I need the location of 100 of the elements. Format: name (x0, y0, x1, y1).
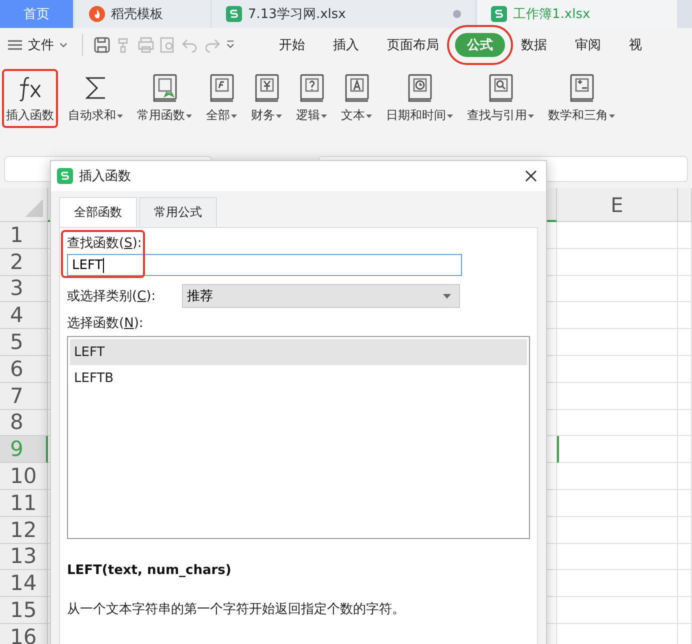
cell[interactable] (557, 463, 678, 490)
math-book-icon (568, 73, 596, 103)
cell[interactable] (557, 570, 678, 598)
ribbon-tab[interactable]: 开始 (267, 33, 317, 57)
currency-book-icon (252, 73, 280, 103)
row-header[interactable]: 10 (0, 463, 48, 490)
caret-icon (321, 112, 327, 118)
ribbon-button[interactable]: 自动求和 (64, 69, 127, 128)
cell[interactable] (678, 490, 692, 517)
function-signature: LEFT(text, num_chars) (67, 563, 232, 578)
save-icon[interactable] (93, 36, 111, 54)
row-header[interactable]: 6 (0, 356, 48, 383)
ribbon-button[interactable]: 日期和时间 (382, 69, 457, 128)
flame-icon (89, 6, 105, 22)
caret-icon (609, 112, 615, 118)
ribbon-button[interactable]: 插入函数 (2, 69, 58, 128)
ribbon-tab[interactable]: 数据 (509, 33, 559, 57)
cell[interactable] (557, 276, 678, 302)
dialog-title: 插入函数 (79, 168, 132, 185)
ribbon-tab[interactable]: 审阅 (563, 33, 613, 57)
cell[interactable] (557, 356, 678, 383)
ribbon-button[interactable]: 数学和三角 (544, 69, 619, 128)
cell[interactable] (678, 302, 692, 330)
cell[interactable] (678, 248, 692, 276)
ribbon-button[interactable]: 财务 (247, 69, 286, 128)
ribbon-button[interactable]: 全部 (202, 69, 241, 128)
cell[interactable] (678, 436, 692, 464)
search-field[interactable]: LEFT (67, 254, 462, 276)
search-label: 查找函数(S): (67, 235, 143, 252)
clock-book-icon (406, 73, 434, 103)
cell[interactable] (678, 544, 692, 570)
cell[interactable] (678, 329, 692, 356)
row-header[interactable]: 2 (0, 248, 48, 276)
star-book-icon (150, 73, 178, 103)
ribbon-button[interactable]: 常用函数 (133, 69, 196, 128)
ribbon-tab[interactable]: 视 (617, 33, 654, 57)
print-icon[interactable] (137, 36, 155, 54)
cell[interactable] (678, 516, 692, 544)
cell[interactable] (557, 329, 678, 356)
row-header[interactable]: 5 (0, 329, 48, 356)
row-header[interactable]: 14 (0, 570, 48, 598)
caret-icon (231, 112, 237, 118)
document-tab[interactable]: 7.13学习网.xlsx (212, 0, 475, 28)
cell[interactable] (557, 302, 678, 330)
cell[interactable] (678, 222, 692, 249)
spreadsheet-icon (491, 6, 507, 22)
row-header[interactable]: 12 (0, 516, 48, 544)
ribbon-tab[interactable]: 插入 (321, 33, 371, 57)
cell[interactable] (678, 463, 692, 490)
file-menu[interactable]: 文件 (28, 36, 54, 54)
row-header[interactable]: 13 (0, 544, 48, 570)
ribbon-button[interactable]: 逻辑 (292, 69, 331, 128)
cell[interactable] (678, 276, 692, 302)
cell[interactable] (678, 597, 692, 624)
function-item[interactable]: LEFT (70, 339, 527, 365)
dialog-tab[interactable]: 常用公式 (139, 197, 217, 227)
document-tab[interactable]: 稻壳模板 (75, 0, 210, 28)
category-label: 或选择类别(C): (67, 288, 156, 305)
row-header[interactable]: 8 (0, 410, 48, 436)
column-header[interactable]: E (557, 188, 678, 222)
row-header[interactable]: 15 (0, 597, 48, 624)
cell[interactable] (557, 248, 678, 276)
cell[interactable] (557, 222, 678, 249)
cell[interactable] (557, 410, 678, 436)
cell[interactable] (678, 356, 692, 383)
cell[interactable] (557, 544, 678, 570)
cell[interactable] (557, 382, 678, 410)
cell[interactable] (557, 490, 678, 517)
ribbon-button[interactable]: 文本 (337, 69, 376, 128)
dropdown-icon (443, 292, 451, 300)
column-header[interactable] (678, 188, 692, 222)
spreadsheet-icon (226, 6, 242, 22)
corner-triangle-icon (25, 199, 43, 217)
function-item[interactable]: LEFTB (70, 365, 527, 391)
function-list-label: 选择函数(N): (67, 315, 144, 332)
question-book-icon (298, 73, 326, 103)
ribbon-tab[interactable]: 页面布局 (375, 33, 451, 57)
row-header[interactable]: 1 (0, 222, 48, 249)
search-book-icon (486, 73, 514, 103)
row-header[interactable]: 16 (0, 624, 48, 644)
cell[interactable] (557, 516, 678, 544)
cell[interactable] (557, 597, 678, 624)
cell[interactable] (678, 570, 692, 598)
cell[interactable] (678, 410, 692, 436)
cell[interactable] (678, 382, 692, 410)
function-book-icon (208, 73, 236, 103)
letter-book-icon (342, 73, 370, 103)
function-description: 从一个文本字符串的第一个字符开始返回指定个数的字符。 (67, 601, 406, 618)
caret-icon (447, 112, 453, 118)
spreadsheet-icon (57, 168, 73, 184)
row-header[interactable]: 7 (0, 382, 48, 410)
cell[interactable] (557, 436, 678, 464)
select-all-corner[interactable] (0, 188, 48, 222)
row-header[interactable]: 11 (0, 490, 48, 517)
row-header[interactable]: 3 (0, 276, 48, 302)
row-header[interactable]: 4 (0, 302, 48, 330)
ribbon-button[interactable]: 查找与引用 (463, 69, 538, 128)
category-select[interactable]: 推荐 (182, 284, 460, 308)
dialog-tab[interactable]: 全部函数 (59, 197, 137, 227)
caret-icon (366, 112, 372, 118)
